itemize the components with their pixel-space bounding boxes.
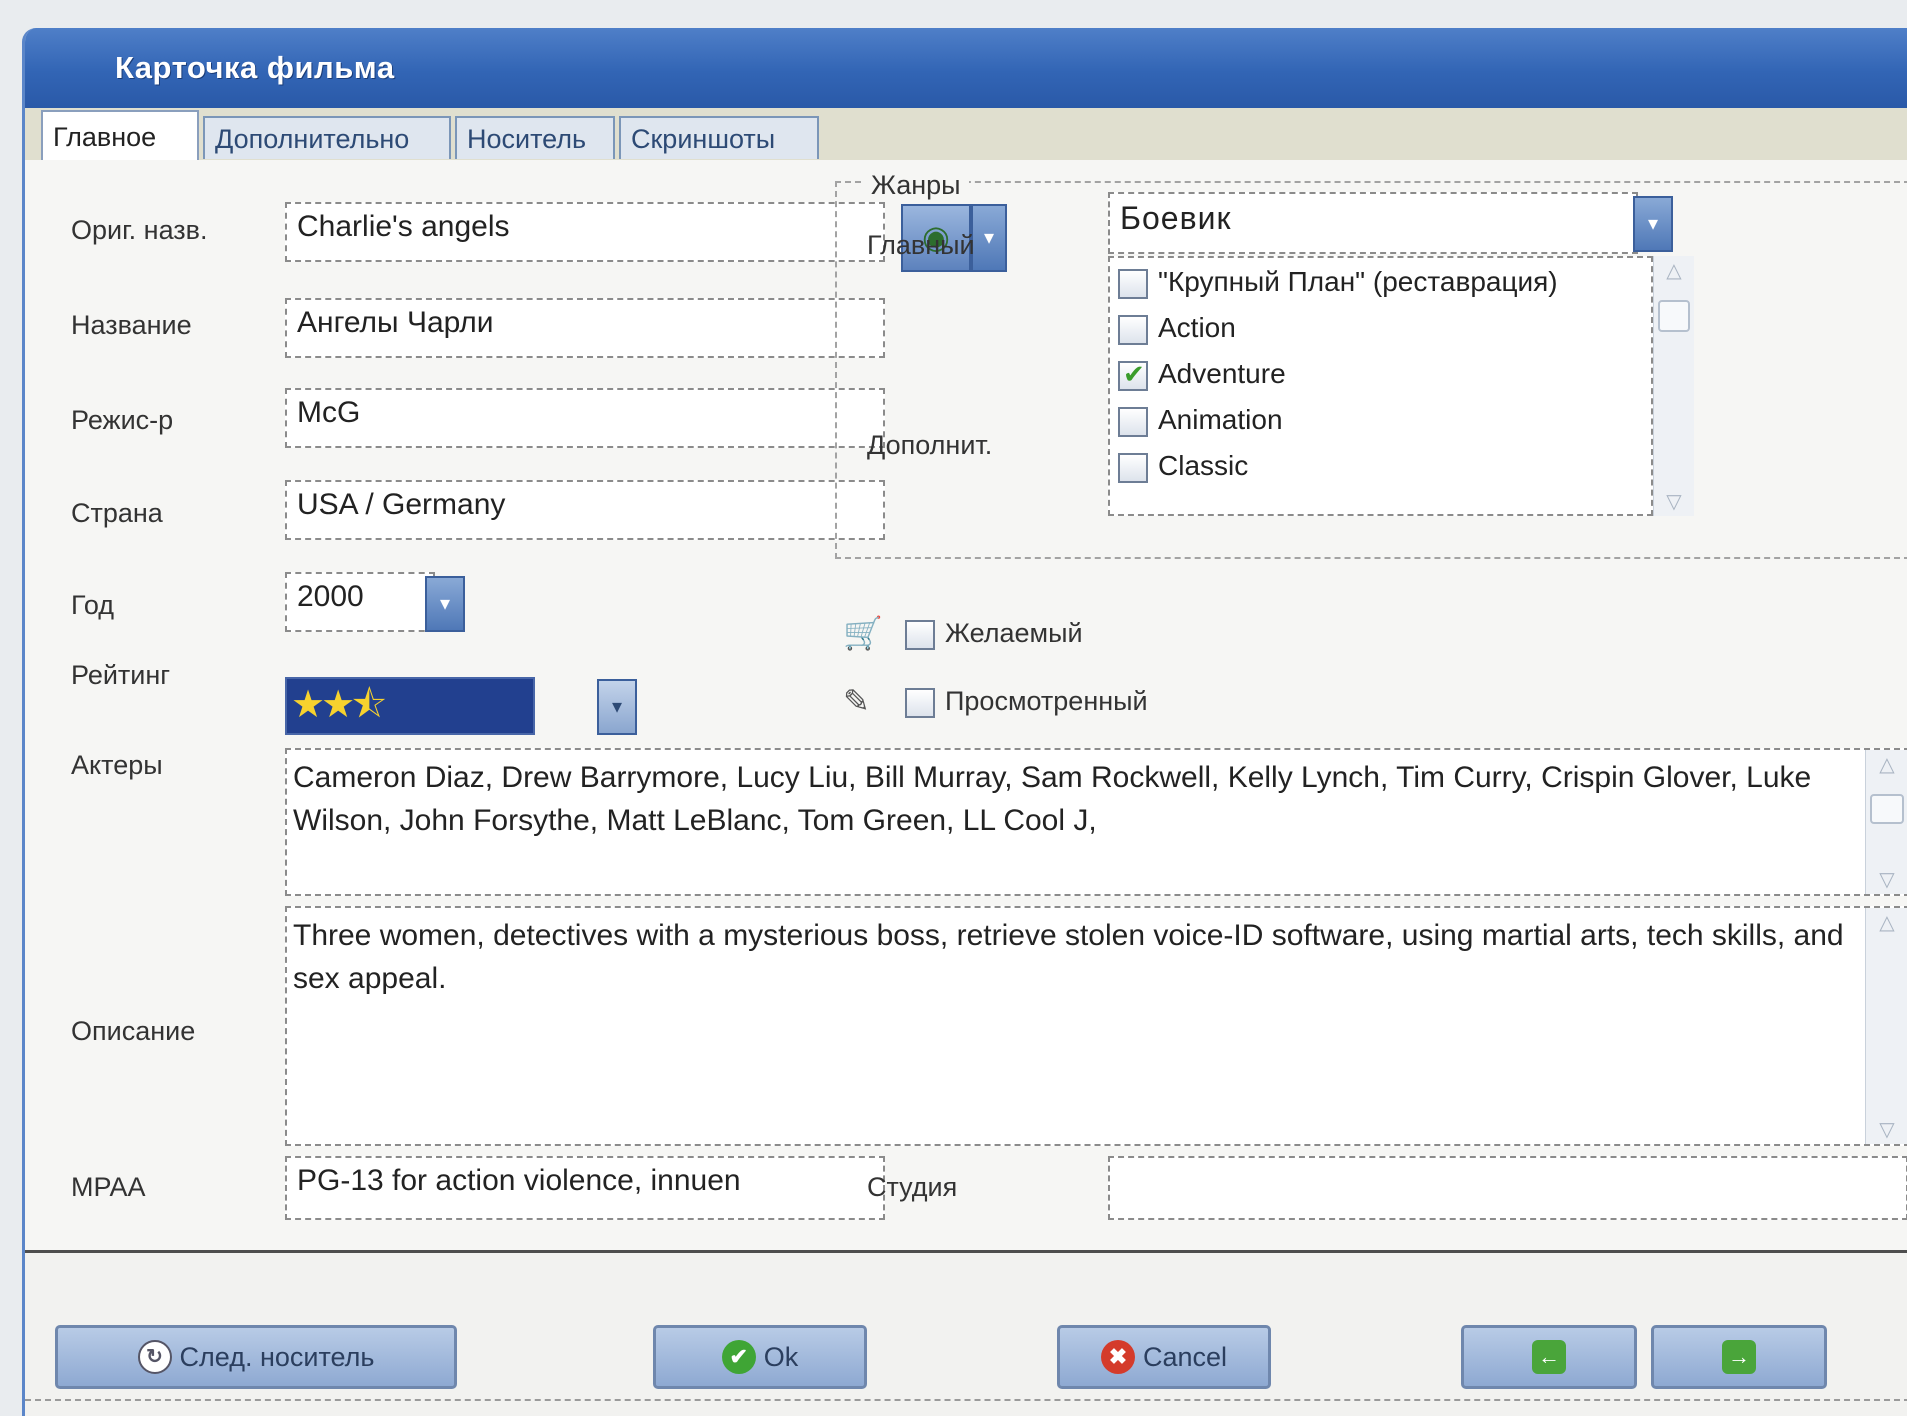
- genre-item[interactable]: "Крупный План" (реставрация): [1118, 266, 1558, 304]
- year-label: Год: [71, 590, 114, 620]
- genre-checkbox[interactable]: [1118, 359, 1148, 391]
- description-label: Описание: [71, 1016, 196, 1046]
- genre-item-label: "Крупный План" (реставрация): [1158, 266, 1558, 297]
- genre-item-label: Adventure: [1158, 358, 1286, 389]
- genre-item[interactable]: Animation: [1118, 404, 1283, 442]
- tab-screenshots[interactable]: Скриншоты: [619, 116, 819, 159]
- ok-label: Ok: [763, 1341, 799, 1372]
- next-record-button[interactable]: →: [1651, 1325, 1827, 1389]
- year-input[interactable]: 2000: [285, 572, 435, 632]
- genres-scrollbar[interactable]: △ ▽: [1653, 256, 1694, 516]
- rating-label: Рейтинг: [71, 660, 171, 690]
- description-scrollbar[interactable]: △ ▽: [1865, 908, 1907, 1144]
- actors-label: Актеры: [71, 750, 163, 780]
- arrow-icon: ↻: [137, 1340, 172, 1374]
- genre-checkbox[interactable]: [1118, 268, 1148, 299]
- name-label: Название: [71, 310, 192, 340]
- extra-genres-list: "Крупный План" (реставрация) Action Adve…: [1108, 256, 1653, 516]
- tab-main[interactable]: Главное: [41, 110, 199, 162]
- rating-dropdown-button[interactable]: ▾: [597, 679, 637, 735]
- year-dropdown-button[interactable]: ▾: [425, 576, 465, 632]
- main-genre-label: Главный: [867, 230, 975, 260]
- cancel-button[interactable]: ✖ Cancel: [1057, 1325, 1271, 1389]
- genre-item[interactable]: Classic: [1118, 450, 1248, 488]
- main-genre-select[interactable]: Боевик: [1108, 192, 1638, 254]
- chevron-down-icon: ▾: [611, 696, 623, 718]
- arrow-left-icon: ←: [1532, 1340, 1566, 1374]
- chevron-down-icon: ▾: [1647, 213, 1659, 235]
- watched-checkbox[interactable]: Просмотренный: [905, 686, 1148, 718]
- cart-icon: 🛒: [843, 615, 883, 651]
- main-tab-panel: Ориг. назв. Название Режис-р Страна Год …: [25, 160, 1907, 1250]
- genre-item-label: Classic: [1158, 450, 1249, 481]
- studio-input[interactable]: [1108, 1156, 1907, 1220]
- extra-genres-label: Дополнит.: [867, 430, 993, 460]
- actors-textarea[interactable]: Cameron Diaz, Drew Barrymore, Lucy Liu, …: [285, 748, 1907, 896]
- next-media-label: След. носитель: [179, 1341, 375, 1372]
- wanted-label: Желаемый: [945, 618, 1083, 648]
- tab-strip: Главное Дополнительно Носитель Скриншоты: [25, 108, 1907, 162]
- scroll-up-icon[interactable]: △: [1866, 910, 1907, 935]
- window-title: Карточка фильма: [115, 50, 395, 85]
- watched-checkbox-box[interactable]: [905, 687, 935, 718]
- close-icon: ✖: [1100, 1340, 1135, 1374]
- pencil-icon: ✎: [843, 683, 870, 719]
- country-label: Страна: [71, 498, 163, 528]
- genre-checkbox[interactable]: [1118, 406, 1148, 437]
- ok-button[interactable]: ✔ Ok: [653, 1325, 867, 1389]
- scroll-down-icon[interactable]: ▽: [1866, 1117, 1907, 1142]
- scroll-up-icon[interactable]: △: [1866, 752, 1907, 777]
- tab-media[interactable]: Носитель: [455, 116, 615, 159]
- rating-stars: ★★⯪: [291, 684, 387, 726]
- rating-select[interactable]: ★★⯪: [285, 677, 535, 735]
- studio-label: Студия: [867, 1172, 958, 1202]
- watched-label: Просмотренный: [945, 686, 1148, 716]
- cancel-label: Cancel: [1142, 1341, 1228, 1372]
- orig-name-input[interactable]: Charlie's angels: [285, 202, 885, 262]
- arrow-right-icon: →: [1722, 1340, 1756, 1374]
- country-input[interactable]: USA / Germany: [285, 480, 885, 540]
- scroll-up-icon[interactable]: △: [1654, 258, 1694, 283]
- main-genre-dropdown-button[interactable]: ▾: [1633, 196, 1673, 252]
- genre-checkbox[interactable]: [1118, 452, 1148, 483]
- chevron-down-icon: ▾: [439, 593, 451, 615]
- mpaa-label: MPAA: [71, 1172, 146, 1202]
- wanted-checkbox[interactable]: Желаемый: [905, 618, 1083, 650]
- title-bar[interactable]: Карточка фильма: [25, 28, 1907, 108]
- scroll-thumb[interactable]: [1658, 300, 1690, 332]
- description-textarea[interactable]: Three women, detectives with a mysteriou…: [285, 906, 1907, 1146]
- orig-name-label: Ориг. назв.: [71, 215, 208, 245]
- scroll-thumb[interactable]: [1870, 794, 1904, 824]
- director-input[interactable]: McG: [285, 388, 885, 448]
- scroll-down-icon[interactable]: ▽: [1866, 867, 1907, 892]
- wanted-checkbox-box[interactable]: [905, 619, 935, 650]
- mpaa-input[interactable]: PG-13 for action violence, innuen: [285, 1156, 885, 1220]
- genre-item-label: Animation: [1158, 404, 1283, 435]
- genre-item-label: Action: [1158, 312, 1236, 343]
- button-bar: ↻ След. носитель ✔ Ok ✖ Cancel ← →: [25, 1250, 1907, 1416]
- director-label: Режис-р: [71, 405, 174, 435]
- genre-item[interactable]: Adventure: [1118, 358, 1286, 396]
- actors-scrollbar[interactable]: △ ▽: [1865, 750, 1907, 894]
- movie-card-window: Карточка фильма Главное Дополнительно Но…: [22, 28, 1907, 1416]
- genres-legend: Жанры: [863, 170, 969, 201]
- check-icon: ✔: [721, 1340, 756, 1374]
- genre-checkbox[interactable]: [1118, 314, 1148, 345]
- next-media-button[interactable]: ↻ След. носитель: [55, 1325, 457, 1389]
- scroll-down-icon[interactable]: ▽: [1654, 489, 1694, 514]
- previous-record-button[interactable]: ←: [1461, 1325, 1637, 1389]
- name-input[interactable]: Ангелы Чарли: [285, 298, 885, 358]
- genre-item[interactable]: Action: [1118, 312, 1236, 350]
- tab-additional[interactable]: Дополнительно: [203, 116, 451, 159]
